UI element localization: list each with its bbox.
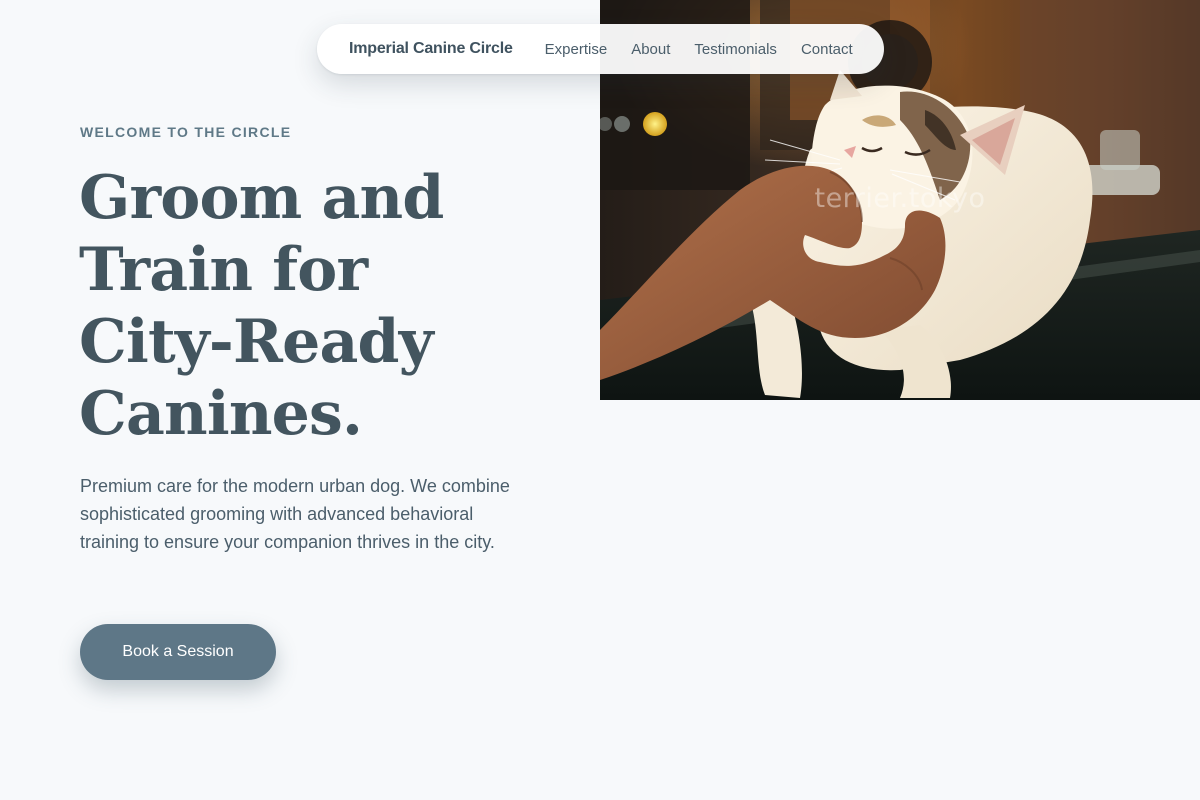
hero-eyebrow: WELCOME TO THE CIRCLE <box>80 124 292 140</box>
top-navigation: Imperial Canine Circle Expertise About T… <box>317 24 884 74</box>
nav-link-contact[interactable]: Contact <box>801 41 853 58</box>
headline-line: City-Ready <box>79 307 434 377</box>
brand-name[interactable]: Imperial Canine Circle <box>349 40 513 58</box>
headline-line: Train for <box>79 235 368 305</box>
landing-page: terrier.tokyo Imperial Canine Circle Exp… <box>0 0 1200 800</box>
hero-description: Premium care for the modern urban dog. W… <box>80 476 510 552</box>
book-session-button[interactable]: Book a Session <box>80 624 276 680</box>
hero-headline: Groom and Train for City-Ready Canines. <box>79 162 509 450</box>
headline-line: Canines. <box>79 379 363 449</box>
nav-link-about[interactable]: About <box>631 41 670 58</box>
nav-links: Expertise About Testimonials Contact <box>545 41 853 58</box>
nav-link-expertise[interactable]: Expertise <box>545 41 608 58</box>
headline-line: Groom and <box>79 163 444 233</box>
nav-link-testimonials[interactable]: Testimonials <box>694 41 777 58</box>
